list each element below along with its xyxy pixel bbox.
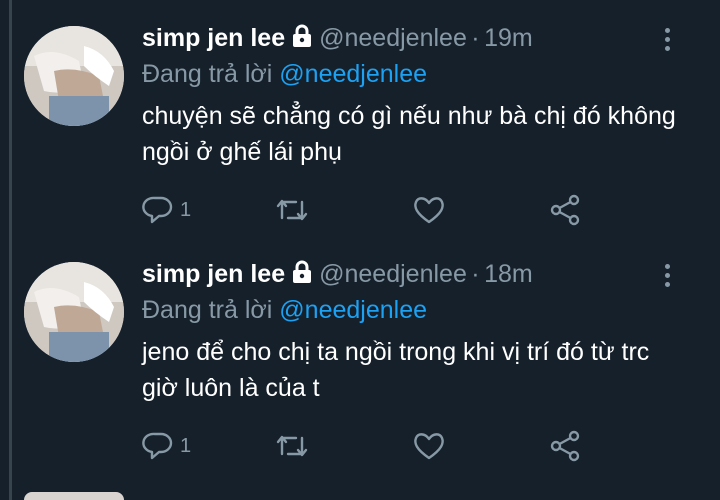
separator-dot: ·: [471, 260, 480, 288]
timestamp[interactable]: 19m: [484, 24, 533, 52]
retweet-icon: [276, 199, 308, 221]
reply-icon: [142, 196, 173, 224]
share-button[interactable]: [548, 190, 582, 230]
reply-icon: [142, 432, 173, 460]
separator-dot: ·: [471, 24, 480, 52]
like-button[interactable]: [412, 426, 446, 466]
tweet-actions: 1: [142, 426, 602, 466]
share-button[interactable]: [548, 426, 582, 466]
replying-to: Đang trả lời @needjenlee: [142, 60, 427, 89]
like-button[interactable]: [412, 190, 446, 230]
share-icon: [550, 430, 580, 462]
lock-icon: [291, 260, 313, 289]
mention-link[interactable]: @needjenlee: [279, 60, 427, 88]
more-options-icon[interactable]: [660, 262, 674, 292]
avatar[interactable]: [24, 26, 124, 126]
retweet-button[interactable]: [274, 426, 310, 466]
tweet-header: simp jen lee @needjenlee · 18m: [142, 260, 533, 300]
tweet[interactable]: simp jen lee @needjenlee · 19m Đang trả l…: [0, 20, 720, 250]
avatar[interactable]: [24, 492, 124, 500]
replying-to-label: Đang trả lời: [142, 296, 273, 324]
like-icon: [414, 197, 444, 224]
tweet-actions: 1: [142, 190, 602, 230]
tweet-header: simp jen lee @needjenlee · 19m: [142, 24, 533, 64]
user-handle[interactable]: @needjenlee: [319, 24, 467, 52]
timestamp[interactable]: 18m: [484, 260, 533, 288]
reply-count: 1: [180, 198, 192, 221]
avatar[interactable]: [24, 262, 124, 362]
retweet-icon: [276, 435, 308, 457]
share-icon: [550, 194, 580, 226]
display-name[interactable]: simp jen lee: [142, 24, 285, 52]
user-handle[interactable]: @needjenlee: [319, 260, 467, 288]
tweet-text: chuyện sẽ chẳng có gì nếu như bà chị đó …: [142, 102, 676, 166]
tweet-text: jeno để cho chị ta ngồi trong khi vị trí…: [142, 338, 650, 402]
reply-button[interactable]: 1: [142, 190, 191, 230]
tweet[interactable]: simp jen lee @needjenlee · 18m Đang trả l…: [0, 256, 720, 486]
reply-button[interactable]: 1: [142, 426, 191, 466]
lock-icon: [291, 24, 313, 53]
mention-link[interactable]: @needjenlee: [279, 296, 427, 324]
retweet-button[interactable]: [274, 190, 310, 230]
display-name[interactable]: simp jen lee: [142, 260, 285, 288]
replying-to: Đang trả lời @needjenlee: [142, 296, 427, 325]
more-options-icon[interactable]: [660, 26, 674, 56]
reply-count: 1: [180, 434, 192, 457]
like-icon: [414, 433, 444, 460]
replying-to-label: Đang trả lời: [142, 60, 273, 88]
